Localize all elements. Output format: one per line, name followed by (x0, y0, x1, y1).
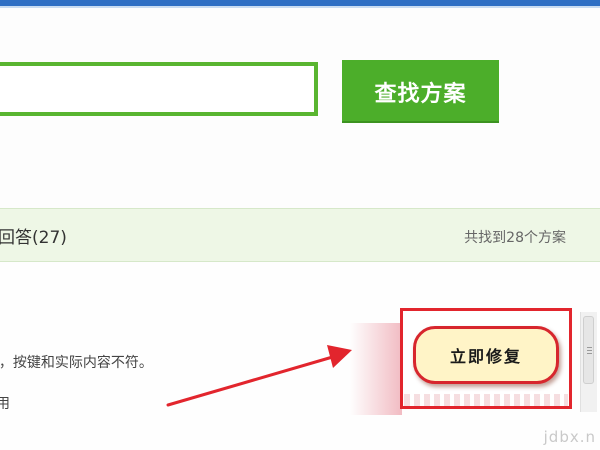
page: 查找方案 回答(27) 共找到28个方案 f，按键和实际内容不符。 用 立即修复… (0, 0, 600, 450)
fix-now-button[interactable]: 立即修复 (413, 326, 559, 384)
result-scrollbar[interactable] (580, 312, 597, 412)
answers-count-label: 回答(27) (0, 228, 67, 248)
annotation-box-stripe (404, 394, 568, 406)
result-description-text: f，按键和实际内容不符。 (0, 355, 153, 371)
watermark-text: jdbx.n (543, 428, 596, 446)
found-count-label: 共找到28个方案 (464, 230, 566, 246)
search-input[interactable] (0, 62, 318, 116)
top-header-edge (0, 6, 600, 8)
find-solution-button[interactable]: 查找方案 (342, 60, 499, 123)
scrollbar-grip-line (587, 350, 592, 351)
scrollbar-grip-line (587, 353, 592, 354)
results-header-bar: 回答(27) 共找到28个方案 (0, 208, 600, 262)
highlight-fade (350, 323, 402, 415)
scrollbar-grip-line (587, 347, 592, 348)
scrollbar-thumb[interactable] (583, 316, 594, 384)
result-usage-text: 用 (0, 396, 10, 412)
